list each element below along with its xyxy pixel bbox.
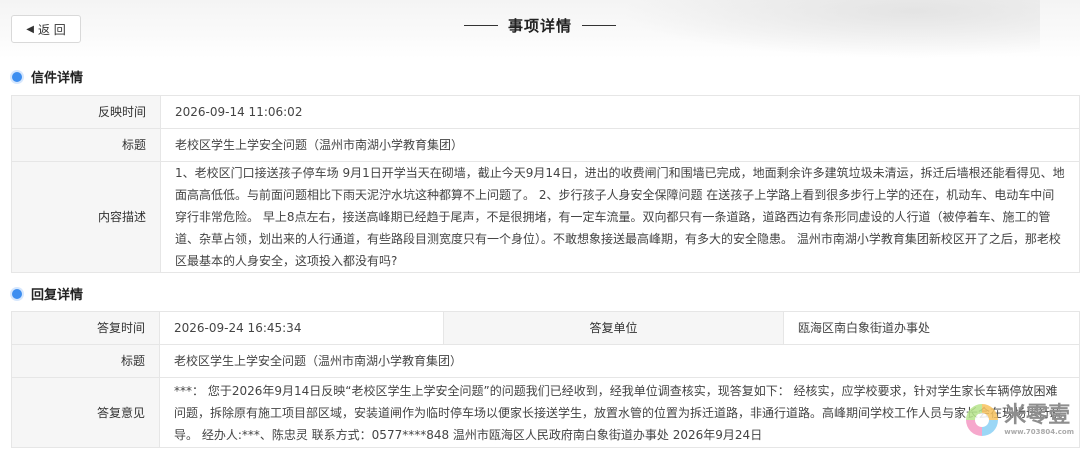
table-row: 标题 老校区学生上学安全问题（温州市南湖小学教育集团）: [11, 128, 1080, 162]
watermark-url: www.703804.com: [1004, 427, 1074, 436]
reply-details-table: 答复时间 2026-09-24 16:45:34 答复单位 瓯海区南白象街道办事…: [11, 311, 1080, 448]
reply-opinion-value: ***： 您于2026年9月14日反映“老校区学生上学安全问题”的问题我们已经收…: [159, 377, 1080, 448]
watermark-logo-icon: [966, 404, 999, 436]
letter-title-value: 老校区学生上学安全问题（温州市南湖小学教育集团）: [160, 128, 1080, 162]
table-row: 内容描述 1、老校区门口接送孩子停车场 9月1日开学当天在砌墙，截止今天9月14…: [11, 161, 1080, 273]
letter-details-table: 反映时间 2026-09-14 11:06:02 标题 老校区学生上学安全问题（…: [11, 95, 1080, 273]
title-right-rule: [582, 25, 616, 26]
reply-unit-value: 瓯海区南白象街道办事处: [783, 311, 1080, 345]
field-label: 标题: [11, 344, 160, 378]
field-label: 答复意见: [11, 377, 160, 448]
table-row: 反映时间 2026-09-14 11:06:02: [11, 95, 1080, 129]
table-row: 答复时间 2026-09-24 16:45:34 答复单位 瓯海区南白象街道办事…: [11, 311, 1080, 345]
reply-section-heading: 回复详情: [12, 284, 83, 303]
field-label: 答复时间: [11, 311, 160, 345]
reply-time-value: 2026-09-24 16:45:34: [159, 311, 444, 345]
reply-section-title: 回复详情: [31, 288, 84, 303]
letter-section-title: 信件详情: [31, 71, 84, 86]
bullet-dot-icon: [12, 288, 22, 299]
reply-title-value: 老校区学生上学安全问题（温州市南湖小学教育集团）: [159, 344, 1080, 378]
field-label: 内容描述: [11, 161, 161, 273]
content-description-value: 1、老校区门口接送孩子停车场 9月1日开学当天在砌墙，截止今天9月14日，进出的…: [160, 161, 1080, 273]
table-row: 答复意见 ***： 您于2026年9月14日反映“老校区学生上学安全问题”的问题…: [11, 377, 1080, 448]
table-row: 标题 老校区学生上学安全问题（温州市南湖小学教育集团）: [11, 344, 1080, 378]
page-title-text: 事项详情: [507, 17, 572, 35]
title-left-rule: [463, 25, 498, 26]
field-label: 反映时间: [11, 95, 161, 129]
field-label: 答复单位: [443, 311, 784, 345]
letter-section-heading: 信件详情: [12, 67, 83, 86]
page-title: 事项详情: [0, 15, 1080, 36]
bullet-dot-icon: [12, 71, 22, 82]
watermark-text: 米零壹: [1004, 402, 1071, 428]
watermark: 米零壹 www.703804.com: [966, 404, 1074, 436]
field-label: 标题: [11, 128, 161, 162]
report-time-value: 2026-09-14 11:06:02: [160, 95, 1080, 129]
